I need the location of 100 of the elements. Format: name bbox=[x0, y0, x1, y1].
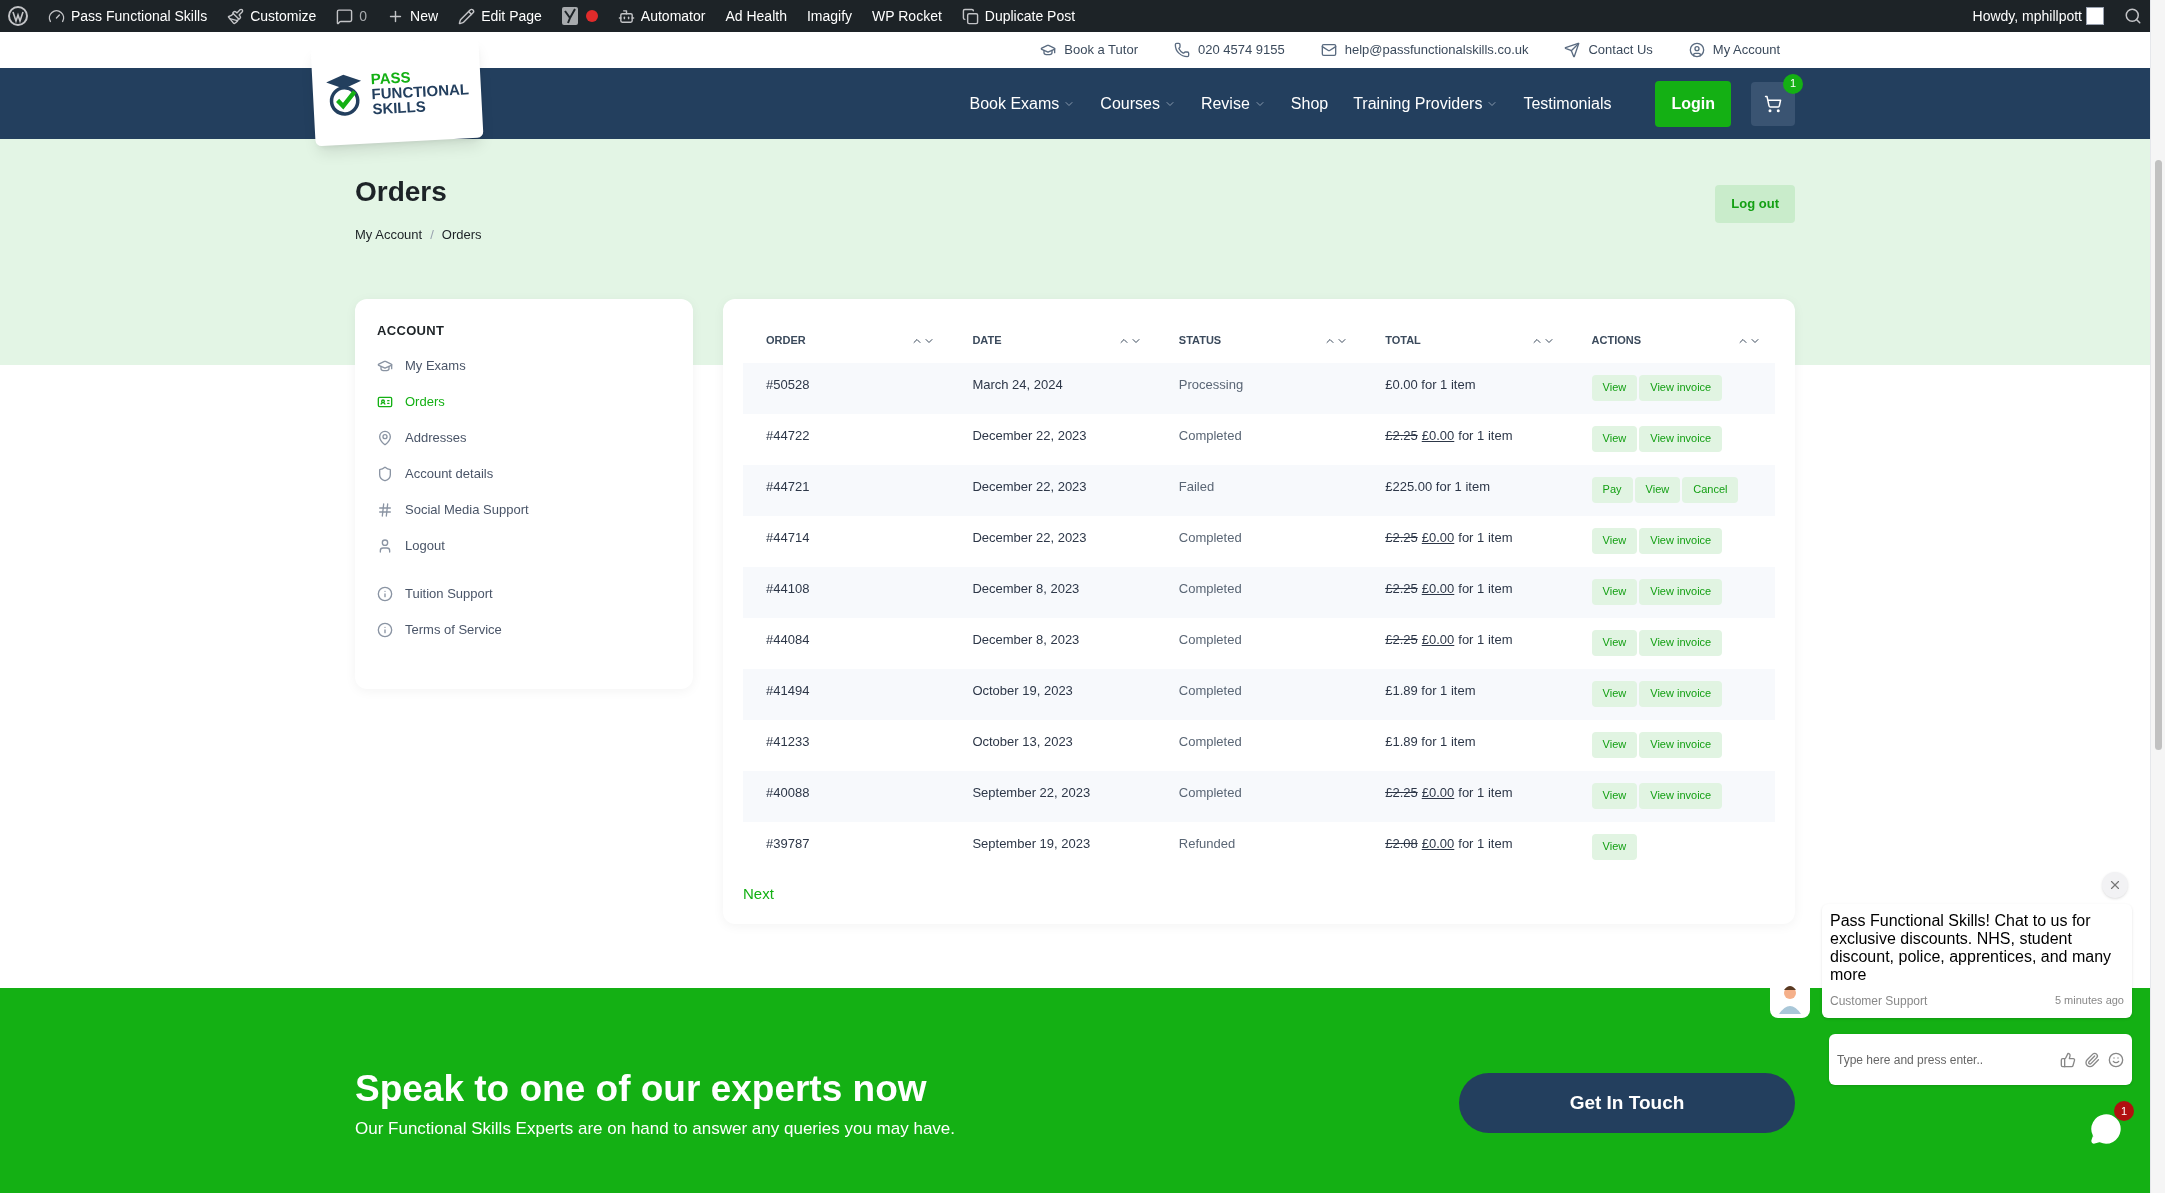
admin-bar-link[interactable]: Ad Health bbox=[725, 5, 787, 27]
sidebar-item[interactable]: Terms of Service bbox=[377, 612, 671, 648]
cart-button[interactable] bbox=[1751, 81, 1795, 126]
table-cell-text: £0.00 for 1 item bbox=[1384, 375, 1477, 394]
top-link[interactable]: Contact Us bbox=[1564, 40, 1653, 60]
old-price: £2.25 bbox=[1385, 630, 1418, 649]
nav-link[interactable]: Courses bbox=[1100, 91, 1176, 116]
column-header[interactable]: ORDER bbox=[766, 332, 806, 349]
item-count: for 1 item bbox=[1458, 834, 1513, 853]
sidebar-item[interactable]: Logout bbox=[377, 528, 671, 564]
item-count: for 1 item bbox=[1458, 579, 1513, 598]
sidebar-item[interactable]: Account details bbox=[377, 456, 671, 492]
table-cell-text: Completed bbox=[1177, 528, 1243, 547]
item-count: for 1 item bbox=[1458, 426, 1513, 445]
table-cell-text: Completed bbox=[1177, 681, 1243, 700]
admin-item-icon bbox=[617, 7, 635, 25]
sale-price: £0.00 bbox=[1421, 783, 1455, 802]
admin-bar-link[interactable]: 0 bbox=[336, 5, 368, 27]
table-cell-text: December 22, 2023 bbox=[971, 477, 1088, 496]
top-link-icon bbox=[1564, 42, 1581, 58]
table-cell-text: September 22, 2023 bbox=[971, 783, 1092, 802]
table-cell-text: Completed bbox=[1177, 732, 1243, 751]
table-cell-text: #41494 bbox=[765, 681, 811, 700]
old-price: £2.25 bbox=[1385, 426, 1418, 445]
sale-price: £0.00 bbox=[1421, 630, 1455, 649]
admin-item-icon bbox=[458, 7, 476, 25]
sidebar-item-icon bbox=[377, 586, 393, 602]
table-cell-text: £1.89 for 1 item bbox=[1384, 681, 1477, 700]
sidebar-item-icon bbox=[377, 466, 393, 482]
avatar-icon bbox=[2086, 7, 2104, 25]
admin-bar-link[interactable]: Automator bbox=[617, 5, 706, 27]
item-count: for 1 item bbox=[1458, 783, 1513, 802]
sidebar-item[interactable]: Addresses bbox=[377, 420, 671, 456]
sale-price: £0.00 bbox=[1421, 834, 1455, 853]
table-cell-text: December 8, 2023 bbox=[971, 630, 1081, 649]
close-icon bbox=[2108, 878, 2122, 892]
table-cell-text: Processing bbox=[1177, 375, 1245, 394]
table-cell-text: #44084 bbox=[765, 630, 811, 649]
column-header[interactable]: DATE bbox=[972, 332, 1002, 349]
cta-heading: Speak to one of our experts now bbox=[355, 1066, 928, 1111]
admin-bar-link[interactable]: WP Rocket bbox=[872, 5, 942, 27]
breadcrumb-separator: / bbox=[430, 226, 434, 244]
attachment-icon[interactable] bbox=[2084, 1051, 2100, 1068]
sidebar-item-icon bbox=[377, 358, 393, 374]
scrollbar[interactable] bbox=[2150, 0, 2165, 1193]
top-link[interactable]: My Account bbox=[1688, 40, 1780, 60]
table-cell-text: March 24, 2024 bbox=[971, 375, 1064, 394]
nav-link[interactable]: Book Exams bbox=[969, 91, 1076, 116]
sidebar-item[interactable]: Social Media Support bbox=[377, 492, 671, 528]
table-cell-text: #50528 bbox=[765, 375, 811, 394]
top-link[interactable]: help@passfunctionalskills.co.uk bbox=[1320, 40, 1529, 60]
top-link[interactable]: 020 4574 9155 bbox=[1174, 40, 1285, 60]
admin-bar-link[interactable]: Pass Functional Skills bbox=[48, 5, 208, 27]
y-logo-icon[interactable] bbox=[561, 7, 578, 25]
column-header[interactable]: ACTIONS bbox=[1591, 332, 1642, 349]
admin-bar-link[interactable]: Duplicate Post bbox=[961, 5, 1076, 27]
sidebar-item-icon bbox=[377, 502, 393, 518]
table-cell-text: #44721 bbox=[765, 477, 811, 496]
thumbs-up-icon[interactable] bbox=[2060, 1051, 2076, 1068]
top-link[interactable]: Book a Tutor bbox=[1040, 40, 1138, 60]
cta-text: Our Functional Skills Experts are on hand to answer any queries you may have. bbox=[355, 1117, 956, 1140]
sidebar-item[interactable]: My Exams bbox=[377, 348, 671, 384]
admin-bar-link[interactable]: Edit Page bbox=[458, 5, 542, 27]
column-header[interactable]: TOTAL bbox=[1385, 332, 1421, 349]
admin-bar-link[interactable]: Imagify bbox=[806, 5, 853, 27]
search-icon[interactable] bbox=[2124, 7, 2142, 25]
wordpress-logo-icon[interactable] bbox=[8, 6, 28, 26]
table-cell-text: #44108 bbox=[765, 579, 811, 598]
table-cell-text: December 8, 2023 bbox=[971, 579, 1081, 598]
old-price: £2.25 bbox=[1385, 783, 1418, 802]
nav-link[interactable]: Shop bbox=[1290, 91, 1329, 116]
sidebar-item-icon bbox=[377, 622, 393, 638]
sidebar-item[interactable]: Tuition Support bbox=[377, 576, 671, 612]
table-cell-text: Completed bbox=[1177, 579, 1243, 598]
admin-bar-link[interactable]: Customize bbox=[227, 5, 317, 27]
sidebar-heading: ACCOUNT bbox=[377, 321, 446, 340]
table-cell-text: #41233 bbox=[765, 732, 811, 751]
table-cell-text: #44714 bbox=[765, 528, 811, 547]
table-cell-text: Completed bbox=[1177, 630, 1243, 649]
logo[interactable]: PASS FUNCTIONAL SKILLS bbox=[310, 37, 484, 147]
nav-link[interactable]: Testimonials bbox=[1523, 91, 1612, 116]
admin-item-icon bbox=[961, 7, 979, 25]
table-cell-text: Failed bbox=[1177, 477, 1216, 496]
message-input[interactable]: Type here and press enter.. bbox=[1837, 1050, 2052, 1069]
old-price: £2.08 bbox=[1385, 834, 1418, 853]
table-cell-text: Completed bbox=[1177, 426, 1243, 445]
column-header[interactable]: STATUS bbox=[1178, 332, 1222, 349]
admin-bar-link[interactable]: New bbox=[387, 5, 439, 27]
get-in-touch-button[interactable]: Get In Touch bbox=[1459, 1073, 1795, 1134]
nav-link[interactable]: Training Providers bbox=[1353, 91, 1499, 116]
account-link[interactable]: Howdy, mphillpott bbox=[1972, 5, 2082, 27]
admin-item-icon bbox=[336, 7, 354, 25]
chat-message: Pass Functional Skills! Chat to us for exclusive discounts. NHS, student discount, police, apprentices, and many more bbox=[1830, 912, 2113, 984]
chat-input-field[interactable]: Type here and press enter.. bbox=[1829, 1034, 2132, 1085]
breadcrumb-link[interactable]: My Account bbox=[355, 225, 423, 245]
nav-link[interactable]: Revise bbox=[1200, 91, 1266, 116]
old-price: £2.25 bbox=[1385, 579, 1418, 598]
emoji-icon[interactable] bbox=[2108, 1051, 2124, 1068]
item-count: for 1 item bbox=[1458, 528, 1513, 547]
cart-icon bbox=[1764, 94, 1782, 113]
